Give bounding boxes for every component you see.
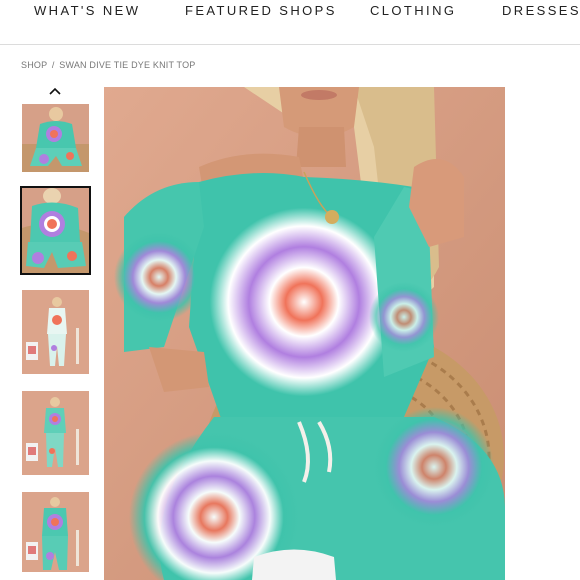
nav-dresses[interactable]: DRESSES <box>502 3 580 18</box>
top-navigation: WHAT'S NEW FEATURED SHOPS CLOTHING DRESS… <box>0 0 580 45</box>
chevron-up-icon[interactable] <box>46 84 64 98</box>
nav-clothing[interactable]: CLOTHING <box>370 3 456 18</box>
breadcrumb: SHOP / SWAN DIVE TIE DYE KNIT TOP <box>21 60 196 70</box>
thumbnail-3[interactable] <box>22 290 89 374</box>
breadcrumb-product: SWAN DIVE TIE DYE KNIT TOP <box>59 60 196 70</box>
nav-whats-new[interactable]: WHAT'S NEW <box>34 3 140 18</box>
thumbnail-5[interactable] <box>22 492 89 572</box>
thumbnail-2[interactable] <box>20 186 91 275</box>
thumbnail-4[interactable] <box>22 391 89 475</box>
main-product-image[interactable] <box>104 87 505 580</box>
nav-featured-shops[interactable]: FEATURED SHOPS <box>185 3 337 18</box>
thumbnail-1[interactable] <box>22 104 89 172</box>
breadcrumb-separator: / <box>51 60 55 70</box>
breadcrumb-shop[interactable]: SHOP <box>21 60 47 70</box>
